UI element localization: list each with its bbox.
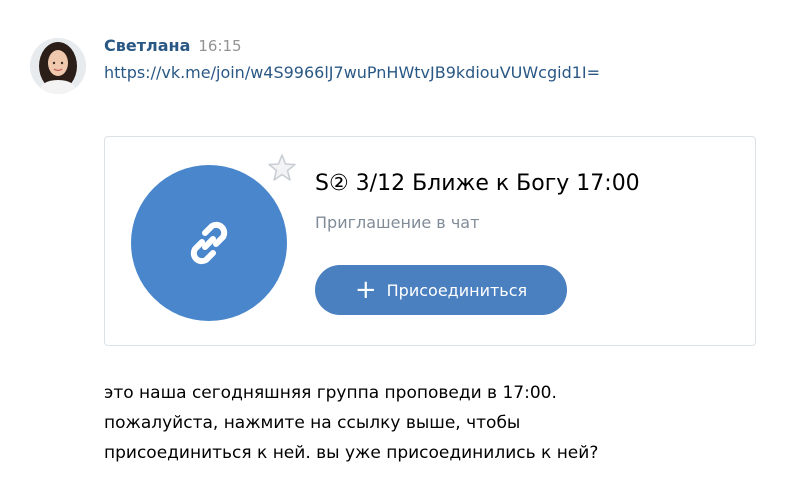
message-body: Светлана 16:15 https://vk.me/join/w4S9966…: [104, 34, 764, 463]
message-text-line: присоединиться к ней. вы уже присоединил…: [104, 443, 599, 463]
link-icon: [190, 221, 228, 265]
message-text-line: это наша сегодняшняя группа проповеди в …: [104, 383, 557, 403]
message-header: Светлана 16:15: [104, 34, 764, 58]
invite-link[interactable]: https://vk.me/join/w4S9966lJ7wuPnHWtvJB9…: [104, 60, 744, 86]
chat-title: S② 3/12 Ближе к Богу 17:00: [315, 171, 640, 196]
join-button-label: Присоединиться: [386, 280, 528, 300]
plus-icon: +: [354, 275, 377, 305]
avatar-image: [30, 38, 86, 94]
chat-invite-card[interactable]: S② 3/12 Ближе к Богу 17:00 Приглашение в…: [104, 136, 756, 346]
chat-avatar[interactable]: [131, 165, 287, 321]
message-text: это наша сегодняшняя группа проповеди в …: [104, 378, 744, 468]
join-button[interactable]: + Присоединиться: [315, 265, 567, 315]
chat-subtitle: Приглашение в чат: [315, 213, 480, 232]
star-icon[interactable]: [265, 151, 299, 185]
message-time[interactable]: 16:15: [198, 37, 241, 55]
chat-view: Светлана 16:15 https://vk.me/join/w4S9966…: [0, 0, 800, 485]
message-text-line: пожалуйста, нажмите на ссылку выше, чтоб…: [104, 413, 521, 433]
author-name[interactable]: Светлана: [104, 36, 190, 55]
avatar[interactable]: [30, 38, 86, 94]
